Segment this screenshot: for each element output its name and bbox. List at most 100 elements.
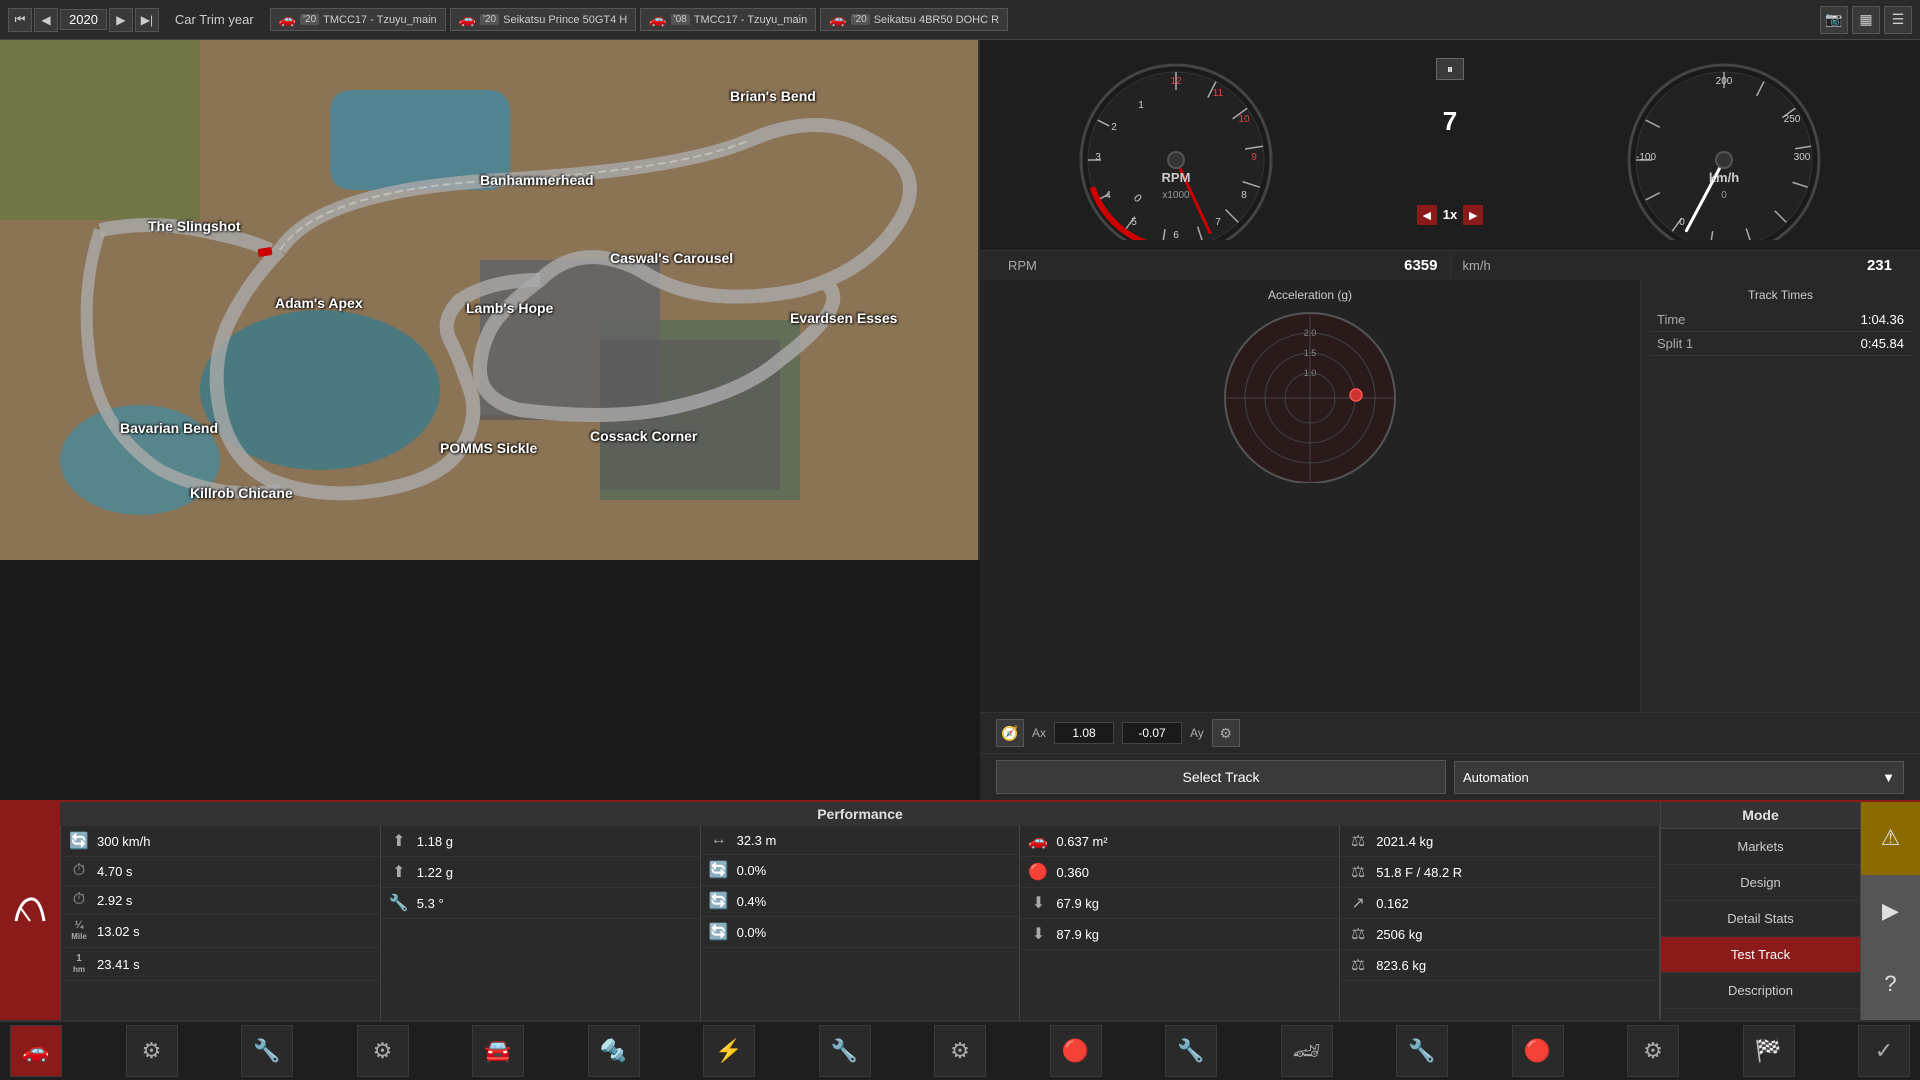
frontal-area-icon: 🚗 (1028, 831, 1048, 851)
svg-text:4: 4 (1105, 190, 1111, 201)
gear-display: 7 (1443, 106, 1457, 137)
label-slingshot: The Slingshot (148, 218, 241, 234)
nav-tuning-icon[interactable]: 🔧 (1396, 1025, 1448, 1077)
nav-brakes-icon[interactable]: 🔧 (1165, 1025, 1217, 1077)
label-pomms-sickle: POMMS Sickle (440, 440, 537, 456)
settings-icon[interactable]: ⚙ (1212, 719, 1240, 747)
speed-multiplier-control: ◄ 1x ► (1417, 205, 1483, 225)
trim-label: Car Trim year (163, 10, 266, 29)
split1-value: 0:45.84 (1772, 332, 1912, 356)
track-dropdown-label: Automation (1463, 770, 1529, 785)
alert-button[interactable]: ⚠ (1861, 802, 1920, 875)
next-btn[interactable]: ▶ (109, 8, 133, 32)
lateral-g-icon: ⬆ (389, 862, 409, 882)
grid-btn[interactable]: ▦ (1852, 6, 1880, 34)
car-icon-0: 🚗 (279, 11, 296, 28)
speed-down-btn[interactable]: ◄ (1417, 205, 1437, 225)
forward-button[interactable]: ▶ (1861, 875, 1920, 948)
frontal-area-value: 0.637 m² (1056, 834, 1107, 849)
perf-row-3-3: 🔄 0.4% (701, 886, 1020, 917)
screenshot-btn[interactable]: 📷 (1820, 6, 1848, 34)
year-nav[interactable]: ⏮ ◀ 2020 ▶ ▶| (8, 8, 159, 32)
hm-value: 23.41 s (97, 957, 140, 972)
ay-value: -0.07 (1122, 722, 1182, 744)
select-track-row: Select Track Automation ▼ (980, 753, 1920, 800)
accel-g-icon: ⬆ (389, 831, 409, 851)
nav-assist-icon[interactable]: 🏎 (1281, 1025, 1333, 1077)
weight-dist-value: 51.8 F / 48.2 R (1376, 865, 1462, 880)
kmh-readout: km/h 231 (1451, 253, 1905, 278)
quarter-mile-value: 13.02 s (97, 924, 140, 939)
understeer-value: 0.4% (737, 894, 767, 909)
car-tab-3[interactable]: 🚗 '20 Seikatsu 4BR50 DOHC R (820, 8, 1008, 31)
car-tab-2[interactable]: 🚗 '08 TMCC17 - Tzuyu_main (640, 8, 816, 31)
perf-row-5-1: ⚖ 2021.4 kg (1340, 826, 1659, 857)
track-dropdown[interactable]: Automation ▼ (1454, 761, 1904, 794)
accel-60-value: 2.92 s (97, 893, 132, 908)
menu-btn[interactable]: ☰ (1884, 6, 1912, 34)
car-name-3: Seikatsu 4BR50 DOHC R (874, 14, 999, 26)
perf-row-4-2: 🔴 0.360 (1020, 857, 1339, 888)
car-tab-1[interactable]: 🚗 '20 Seikatsu Prince 50GT4 H (450, 8, 637, 31)
svg-text:12: 12 (1170, 76, 1182, 87)
help-button[interactable]: ? (1861, 947, 1920, 1020)
mode-design-btn[interactable]: Design (1661, 865, 1860, 901)
perf-row-5-4: ⚖ 2506 kg (1340, 919, 1659, 950)
prev-btn[interactable]: ◀ (34, 8, 58, 32)
mode-detail-stats-btn[interactable]: Detail Stats (1661, 901, 1860, 937)
nav-fuel-icon[interactable]: 🔴 (1512, 1025, 1564, 1077)
time-label: Time (1649, 308, 1772, 332)
weight-icon: ⚖ (1348, 831, 1368, 851)
svg-text:-100: -100 (1636, 152, 1656, 163)
nav-race-icon[interactable]: 🏁 (1743, 1025, 1795, 1077)
nav-confirm-icon[interactable]: ✓ (1858, 1025, 1910, 1077)
perf-col-3: ↔ 32.3 m 🔄 0.0% 🔄 0.4% 🔄 0.0% (701, 826, 1021, 1020)
perf-col-2: ⬆ 1.18 g ⬆ 1.22 g 🔧 5.3 ° (381, 826, 701, 1020)
pause-button[interactable]: ⏸ (1436, 58, 1464, 80)
perf-row-1-5: 1hm 23.41 s (61, 948, 380, 981)
perf-content: Performance 🔄 300 km/h ⏱ 4.70 s ⏱ 2.92 s… (60, 802, 1660, 1020)
mode-test-track-btn[interactable]: Test Track (1661, 937, 1860, 973)
nav-aero-icon[interactable]: ⚙ (934, 1025, 986, 1077)
car-tab-0[interactable]: 🚗 '20 TMCC17 - Tzuyu_main (270, 8, 446, 31)
nav-body-icon[interactable]: 🚘 (472, 1025, 524, 1077)
mode-description-btn[interactable]: Description (1661, 973, 1860, 1009)
right-panel: ⏸ (980, 40, 1920, 800)
split1-label: Split 1 (1649, 332, 1772, 356)
select-track-button[interactable]: Select Track (996, 760, 1446, 794)
split1-row: Split 1 0:45.84 (1649, 332, 1912, 356)
speed-up-btn[interactable]: ► (1463, 205, 1483, 225)
gauges-row: ⏸ (980, 40, 1920, 250)
prev-prev-btn[interactable]: ⏮ (8, 8, 32, 32)
svg-text:250: 250 (1784, 114, 1801, 125)
speed-gauge-svg: 200 250 300 -100 0 km/h 0 (1614, 50, 1834, 240)
nav-tires-icon[interactable]: 🔴 (1050, 1025, 1102, 1077)
nav-car-icon[interactable]: 🚗 (10, 1025, 62, 1077)
car-name-0: TMCC17 - Tzuyu_main (323, 14, 437, 26)
downforce-f-value: 67.9 kg (1056, 896, 1099, 911)
nav-suspension-icon[interactable]: ⚙ (357, 1025, 409, 1077)
roll-icon: ↗ (1348, 893, 1368, 913)
readout-row: RPM 6359 km/h 231 (980, 250, 1920, 280)
perf-row-2-2: ⬆ 1.22 g (381, 857, 700, 888)
perf-row-3-1: ↔ 32.3 m (701, 826, 1020, 855)
nav-exhaust-icon[interactable]: 🔩 (588, 1025, 640, 1077)
nav-settings-icon[interactable]: ⚙ (126, 1025, 178, 1077)
perf-row-5-5: ⚖ 823.6 kg (1340, 950, 1659, 981)
nav-parts-icon[interactable]: 🔧 (241, 1025, 293, 1077)
year-badge-3: '20 (851, 14, 870, 25)
lateral-g-value: 1.22 g (417, 865, 453, 880)
next-next-btn[interactable]: ▶| (135, 8, 159, 32)
perf-col-5: ⚖ 2021.4 kg ⚖ 51.8 F / 48.2 R ↗ 0.162 ⚖ … (1340, 826, 1660, 1020)
car-icon-1: 🚗 (459, 11, 476, 28)
ax-ay-row: 🧭 Ax 1.08 -0.07 Ay ⚙ (980, 712, 1920, 753)
svg-text:300: 300 (1794, 152, 1811, 163)
mode-markets-btn[interactable]: Markets (1661, 829, 1860, 865)
svg-text:km/h: km/h (1709, 170, 1739, 185)
svg-text:9: 9 (1251, 152, 1257, 163)
perf-row-1-1: 🔄 300 km/h (61, 826, 380, 857)
nav-steering-icon[interactable]: ⚙ (1627, 1025, 1679, 1077)
perf-row-5-2: ⚖ 51.8 F / 48.2 R (1340, 857, 1659, 888)
nav-transmission-icon[interactable]: 🔧 (819, 1025, 871, 1077)
nav-engine-icon[interactable]: ⚡ (703, 1025, 755, 1077)
